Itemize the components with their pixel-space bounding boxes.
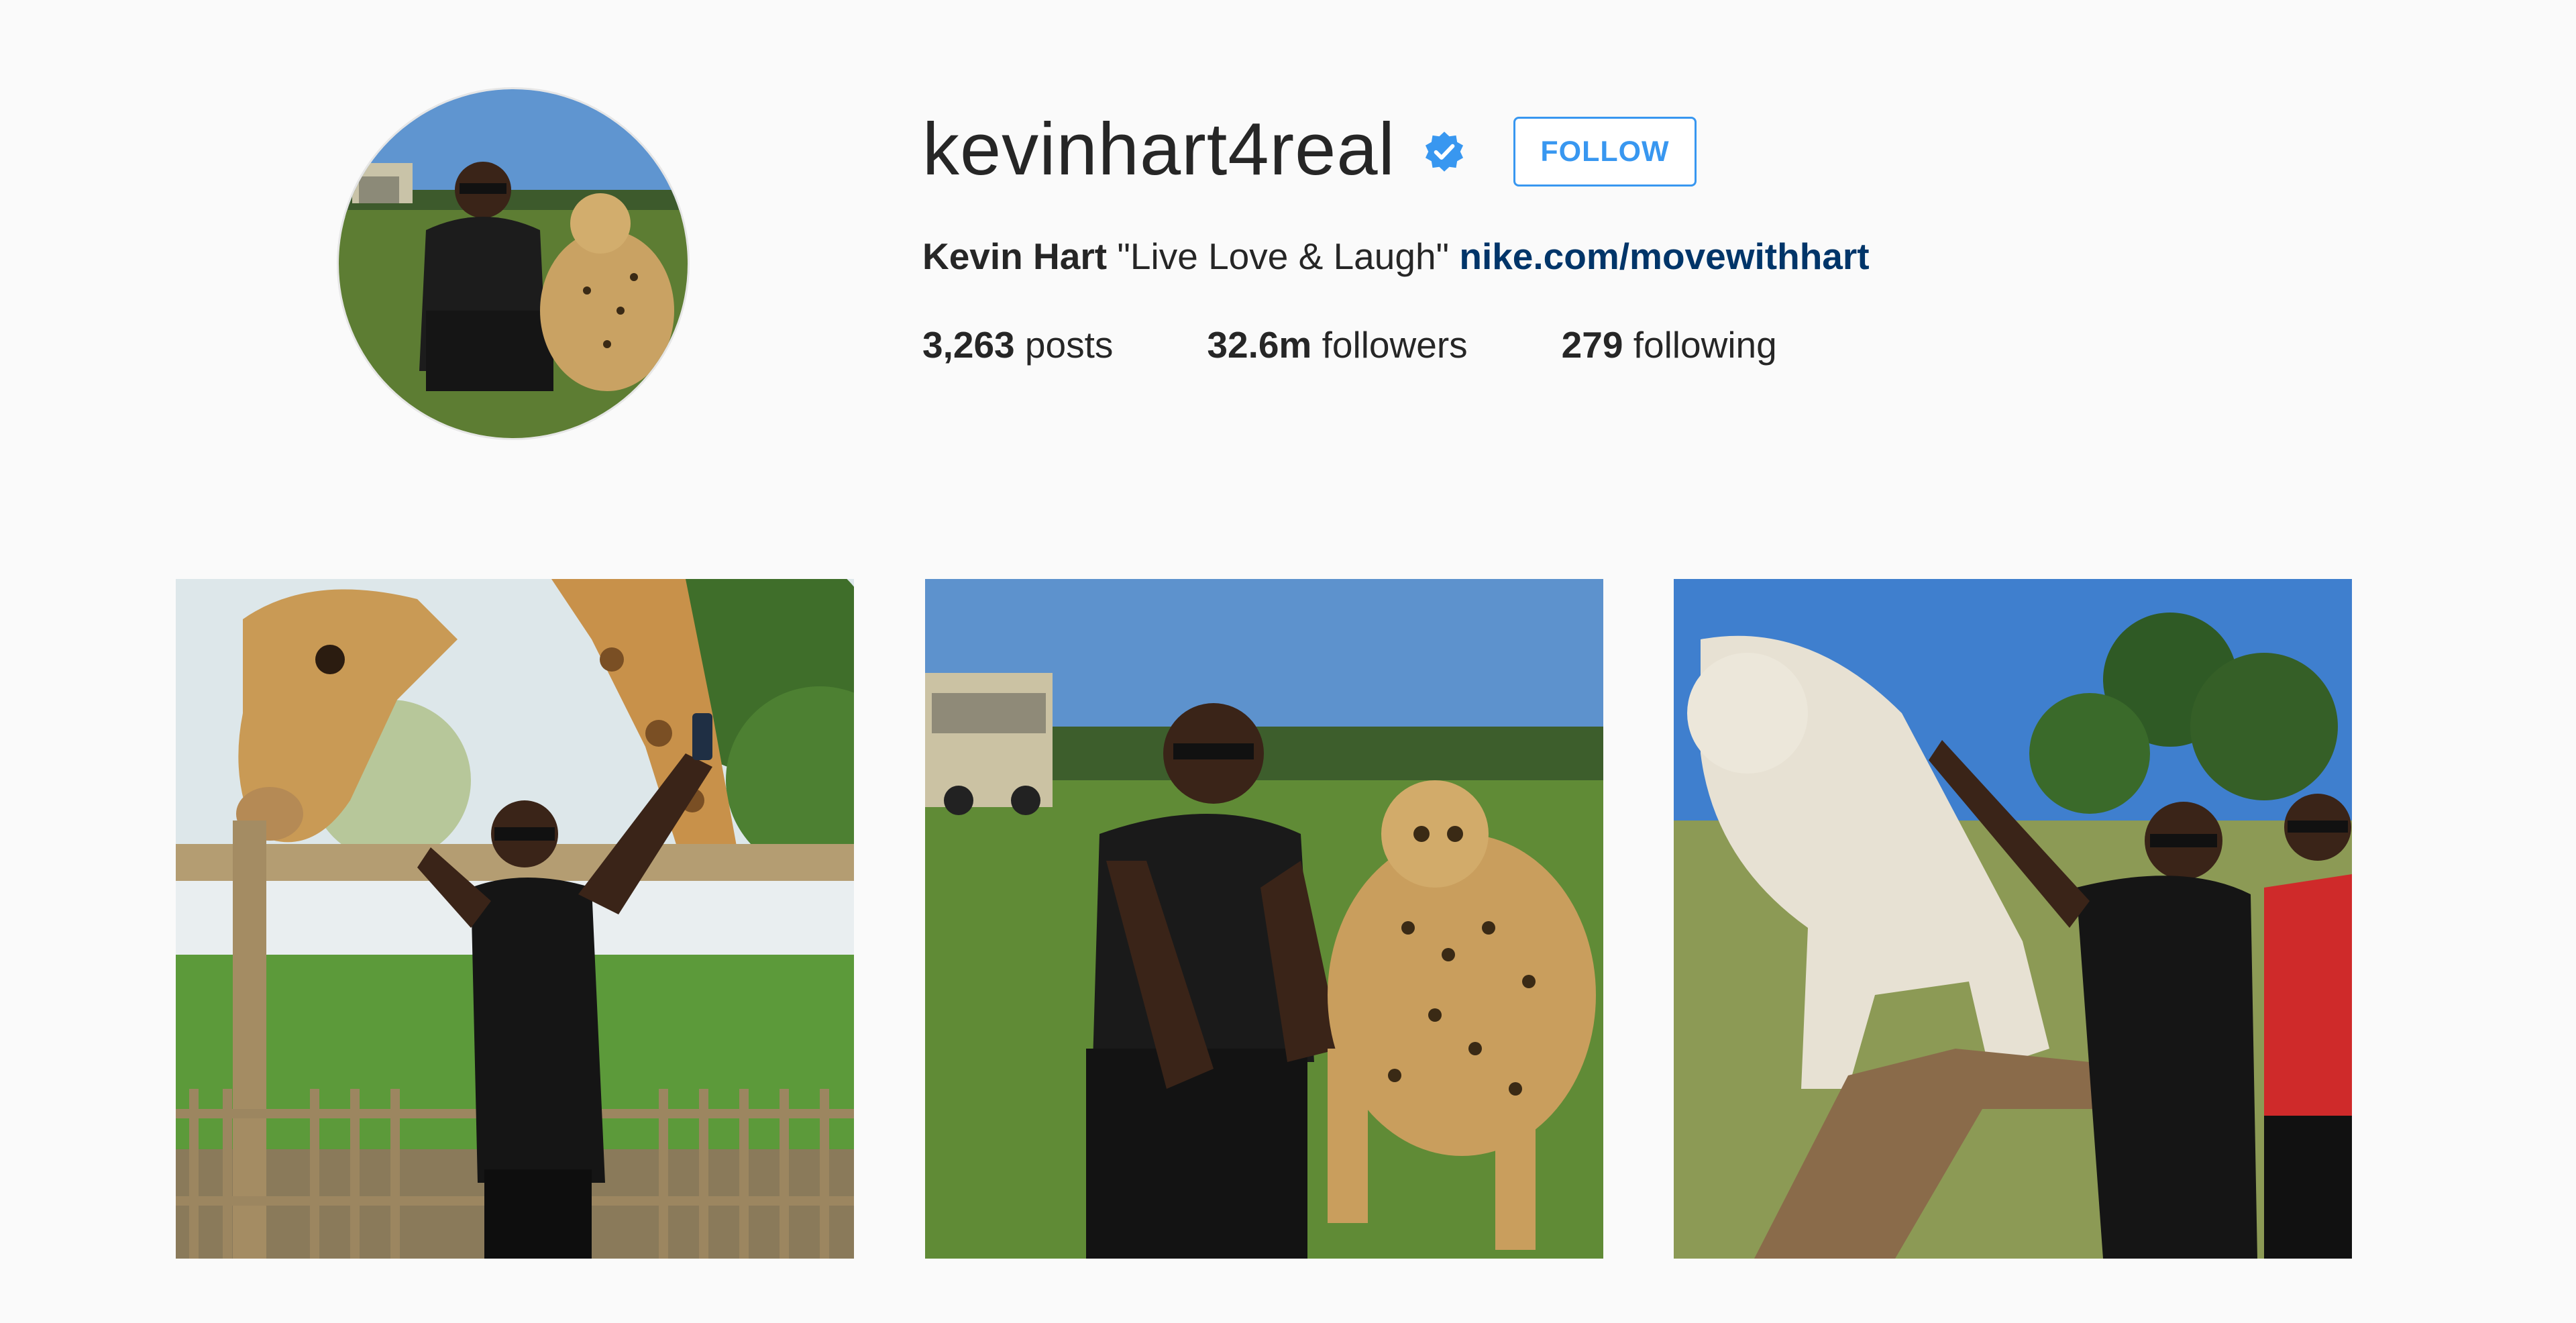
followers-count: 32.6m — [1207, 324, 1312, 366]
post-image — [1674, 579, 2352, 1259]
following-count: 279 — [1561, 324, 1623, 366]
followers-stat[interactable]: 32.6m followers — [1207, 320, 1467, 370]
post-image — [176, 579, 854, 1259]
follow-button[interactable]: FOLLOW — [1513, 117, 1697, 187]
grid-post-lion[interactable] — [1674, 579, 2352, 1259]
following-label: following — [1633, 324, 1777, 366]
bio-link[interactable]: nike.com/movewithhart — [1459, 235, 1869, 277]
posts-count: 3,263 — [922, 324, 1015, 366]
posts-stat: 3,263 posts — [922, 320, 1113, 370]
bio-text: "Live Love & Laugh" — [1117, 235, 1450, 277]
posts-label: posts — [1024, 324, 1114, 366]
grid-post-cheetah[interactable] — [925, 579, 1603, 1259]
profile-avatar[interactable] — [339, 89, 688, 438]
profile-header: kevinhart4real FOLLOW Kevin Hart "Live L… — [0, 0, 2576, 510]
full-name: Kevin Hart — [922, 235, 1108, 277]
grid-post-giraffe[interactable] — [176, 579, 854, 1259]
followers-label: followers — [1322, 324, 1468, 366]
avatar-photo — [339, 89, 688, 438]
photo-grid — [176, 579, 2353, 1259]
post-image — [925, 579, 1603, 1259]
profile-bio: Kevin Hart "Live Love & Laugh" nike.com/… — [922, 231, 1870, 282]
following-stat[interactable]: 279 following — [1562, 320, 1777, 370]
verified-check-icon — [1422, 129, 1466, 174]
profile-stats: 3,263 posts 32.6m followers 279 followin… — [922, 320, 1777, 370]
username: kevinhart4real — [922, 108, 1395, 191]
